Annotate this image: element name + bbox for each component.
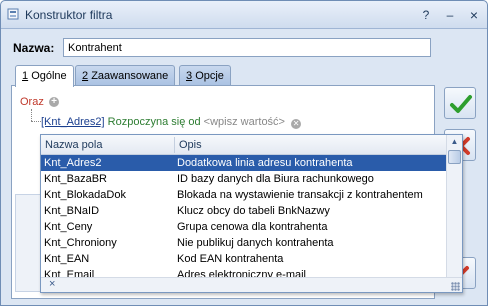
- tab-options[interactable]: 3 Opcje: [179, 65, 231, 86]
- field-name: Knt_EAN: [44, 253, 90, 265]
- name-label: Nazwa:: [13, 41, 55, 55]
- condition-field[interactable]: [Knt_Adres2]: [41, 116, 105, 128]
- checkmark-icon: [450, 95, 472, 113]
- field-description: Nie publikuj danych kontrahenta: [177, 237, 334, 249]
- help-button[interactable]: ?: [419, 8, 433, 22]
- close-button[interactable]: ×: [467, 8, 481, 22]
- field-name: Knt_BlokadaDok: [44, 189, 126, 201]
- field-description: ID bazy danych dla Biura rachunkowego: [177, 173, 374, 185]
- tree-connector: [31, 121, 41, 122]
- field-description: Dodatkowa linia adresu kontrahenta: [177, 157, 353, 169]
- root-operator-label[interactable]: Oraz: [20, 96, 44, 108]
- scroll-up-icon[interactable]: ▲: [447, 135, 462, 149]
- tab-general[interactable]: 1 Ogólne: [15, 65, 74, 87]
- tab-label: Ogólne: [31, 70, 67, 82]
- field-description: Klucz obcy do tabeli BnkNazwy: [177, 205, 330, 217]
- condition-operator[interactable]: Rozpoczyna się od: [108, 116, 201, 128]
- column-separator[interactable]: [174, 137, 175, 153]
- tab-label: Opcje: [195, 70, 224, 82]
- filter-app-icon: [7, 8, 19, 20]
- field-name: Knt_BNaID: [44, 205, 100, 217]
- field-description: Grupa cenowa dla kontrahenta: [177, 221, 328, 233]
- vertical-scrollbar[interactable]: ▲: [446, 135, 462, 277]
- window-title: Konstruktor filtra: [25, 8, 113, 22]
- dropdown-close-icon[interactable]: ×: [49, 278, 55, 290]
- field-list: Knt_Adres2 Dodatkowa linia adresu kontra…: [41, 155, 446, 283]
- field-name: Knt_Adres2: [44, 157, 102, 169]
- tab-advanced[interactable]: 2 Zaawansowane: [75, 65, 176, 86]
- list-item[interactable]: Knt_BlokadaDok Blokada na wystawienie tr…: [41, 187, 446, 203]
- tab-number: 3: [186, 70, 193, 82]
- filter-condition: [Knt_Adres2] Rozpoczyna się od <wpisz wa…: [41, 116, 302, 129]
- list-item[interactable]: Knt_Adres2 Dodatkowa linia adresu kontra…: [41, 155, 446, 171]
- dropdown-footer: ×: [41, 277, 462, 292]
- condition-value[interactable]: <wpisz wartość>: [204, 116, 285, 128]
- tab-number: 1: [22, 70, 29, 82]
- x-circle-icon[interactable]: ✕: [291, 119, 302, 129]
- field-description: Kod EAN kontrahenta: [177, 253, 284, 265]
- list-item[interactable]: Knt_Chroniony Nie publikuj danych kontra…: [41, 235, 446, 251]
- list-item[interactable]: Knt_EAN Kod EAN kontrahenta: [41, 251, 446, 267]
- field-name: Knt_BazaBR: [44, 173, 107, 185]
- dropdown-header: Nazwa pola Opis: [41, 135, 462, 155]
- field-picker-dropdown: Nazwa pola Opis Knt_Adres2 Dodatkowa lin…: [40, 134, 463, 293]
- field-name: Knt_Ceny: [44, 221, 93, 233]
- minimize-button[interactable]: –: [443, 8, 457, 22]
- plus-circle-icon[interactable]: +: [49, 97, 59, 107]
- field-name: Knt_Chroniony: [44, 237, 117, 249]
- name-field[interactable]: [63, 38, 431, 57]
- scrollbar-thumb[interactable]: [448, 150, 461, 164]
- tab-label: Zaawansowane: [91, 70, 169, 82]
- list-item[interactable]: Knt_BazaBR ID bazy danych dla Biura rach…: [41, 171, 446, 187]
- resize-grip-icon[interactable]: [451, 282, 460, 291]
- tree-connector: [31, 109, 32, 121]
- tab-number: 2: [82, 70, 89, 82]
- column-header-description[interactable]: Opis: [179, 139, 202, 151]
- column-header-name[interactable]: Nazwa pola: [45, 139, 102, 151]
- title-bar: Konstruktor filtra ? – ×: [1, 1, 487, 29]
- list-item[interactable]: Knt_Ceny Grupa cenowa dla kontrahenta: [41, 219, 446, 235]
- ok-button[interactable]: [444, 87, 476, 119]
- filter-builder-window: Konstruktor filtra ? – × Nazwa: 1 Ogólne…: [0, 0, 488, 306]
- field-description: Blokada na wystawienie transakcji z kont…: [177, 189, 423, 201]
- list-item[interactable]: Knt_BNaID Klucz obcy do tabeli BnkNazwy: [41, 203, 446, 219]
